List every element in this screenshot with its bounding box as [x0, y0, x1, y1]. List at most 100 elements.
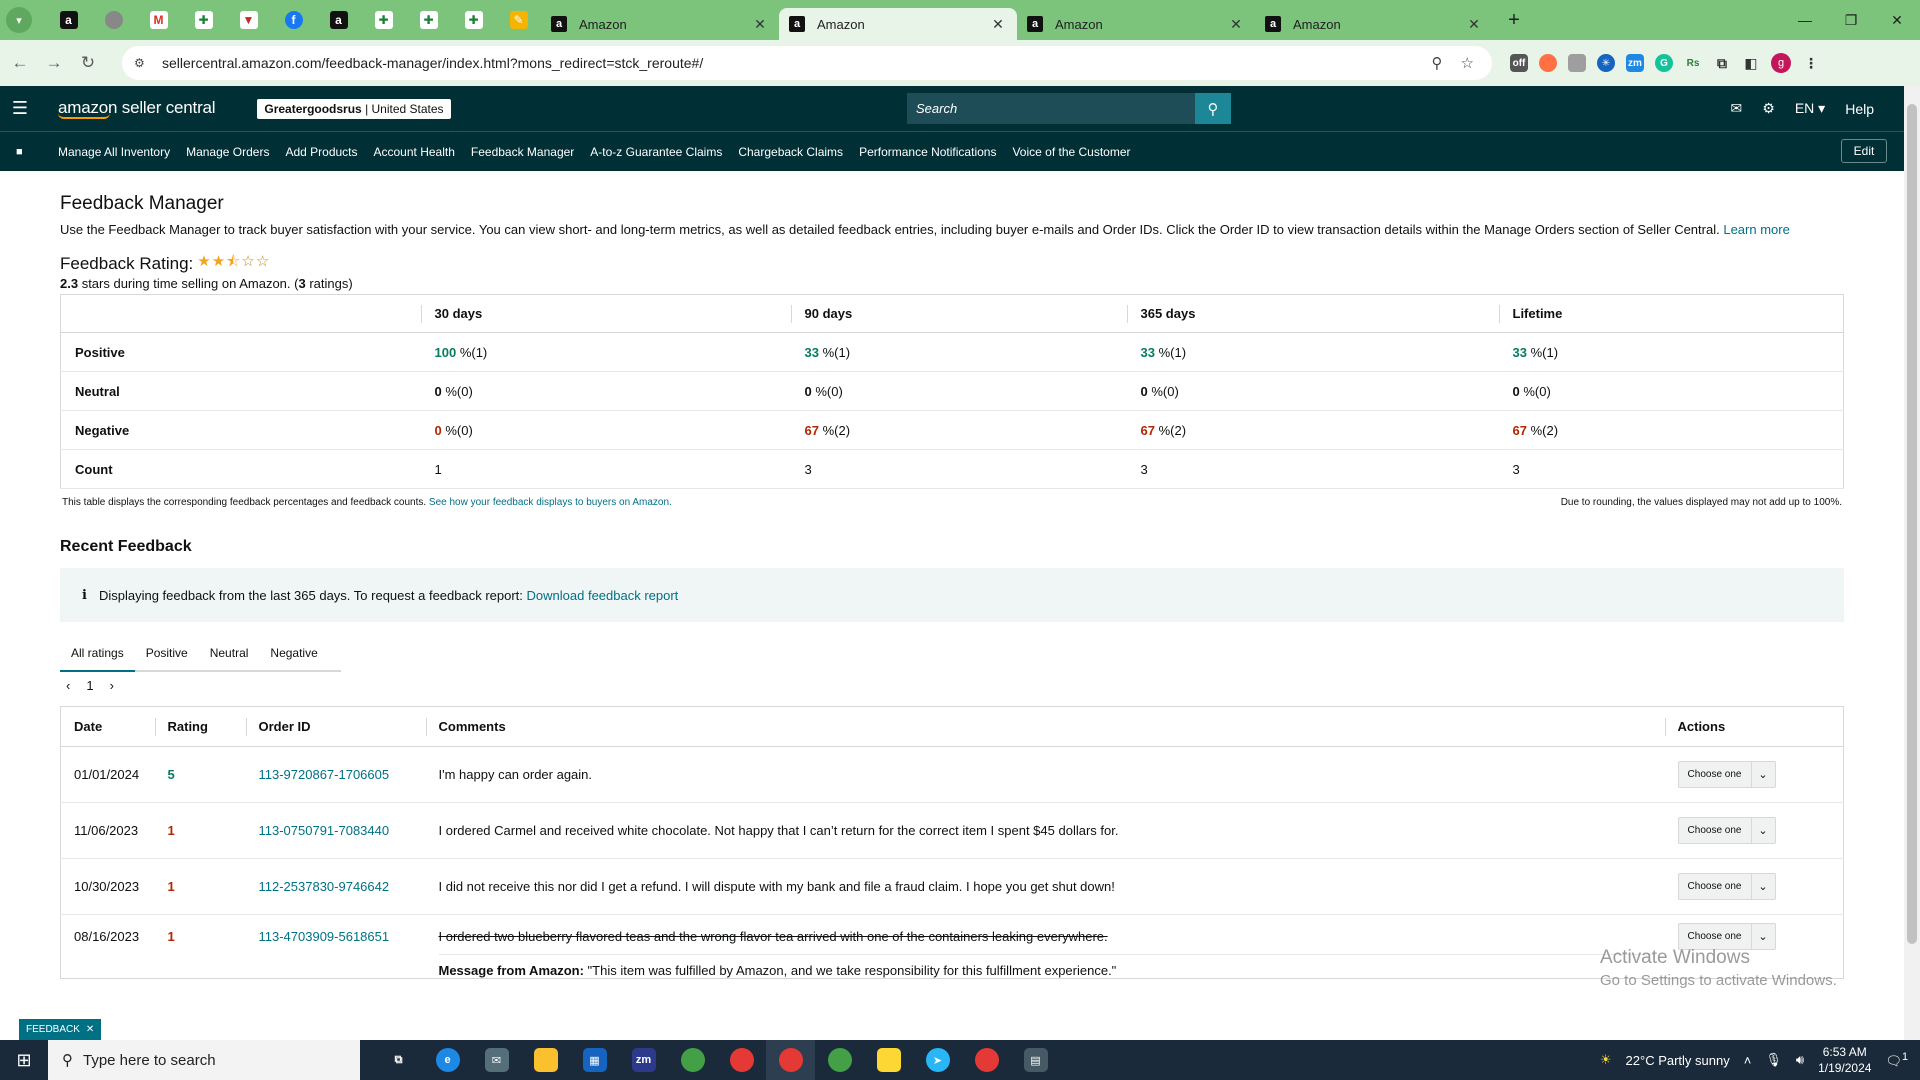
hamburger-menu-icon[interactable]: ☰ — [0, 98, 40, 119]
edge-icon[interactable]: e — [423, 1040, 472, 1080]
extension-rs-icon[interactable]: Rs — [1684, 54, 1702, 72]
pinned-tab-amazon[interactable]: a — [46, 0, 91, 40]
nav-link-add-products[interactable]: Add Products — [285, 145, 357, 159]
address-bar[interactable]: ⚙ sellercentral.amazon.com/feedback-mana… — [122, 46, 1492, 80]
extension-zm-icon[interactable]: zm — [1626, 54, 1644, 72]
pinned-tab-amazon-2[interactable]: a — [316, 0, 361, 40]
chevron-left-icon[interactable]: ‹ — [66, 678, 70, 693]
order-id-link[interactable]: 112-2537830-9746642 — [259, 879, 390, 894]
choose-action-dropdown[interactable]: Choose one ⌄ — [1677, 873, 1776, 900]
extension-off-icon[interactable]: off — [1510, 54, 1528, 72]
browser-tab[interactable]: a Amazon ✕ — [541, 8, 779, 40]
chrome-icon[interactable] — [962, 1040, 1011, 1080]
tab-all-ratings[interactable]: All ratings — [60, 636, 135, 672]
close-icon[interactable]: ✕ — [1465, 16, 1483, 33]
volume-icon[interactable]: 🔊︎ — [1796, 1052, 1804, 1068]
nav-link-manage-all-inventory[interactable]: Manage All Inventory — [58, 145, 170, 159]
weather-icon[interactable]: ☀ — [1600, 1052, 1612, 1068]
bookmark-star-icon[interactable]: ☆ — [1461, 54, 1474, 72]
tab-negative[interactable]: Negative — [259, 636, 328, 670]
pinned-tab-globe[interactable] — [91, 0, 136, 40]
site-info-icon[interactable]: ⚙ — [134, 56, 154, 70]
seller-central-logo[interactable]: amazon seller central — [58, 98, 216, 119]
help-link[interactable]: Help — [1845, 101, 1874, 117]
chrome-icon[interactable] — [766, 1040, 815, 1080]
extension-fox-icon[interactable] — [1539, 54, 1557, 72]
tab-search-chevron-icon[interactable]: ▾ — [6, 7, 32, 33]
nav-link-atoz-claims[interactable]: A-to-z Guarantee Claims — [590, 145, 722, 159]
store-switcher[interactable]: Greatergoodsrus | United States — [257, 98, 451, 119]
telegram-icon[interactable]: ➤ — [913, 1040, 962, 1080]
browser-tab[interactable]: a Amazon ✕ — [1255, 8, 1493, 40]
bookmark-icon[interactable]: ■ — [16, 146, 30, 158]
task-view-icon[interactable]: ⧉ — [374, 1040, 423, 1080]
restore-icon[interactable]: ❐ — [1828, 0, 1874, 40]
pinned-tab-pen[interactable]: ✎ — [496, 0, 541, 40]
mail-icon[interactable]: ✉ — [1731, 100, 1743, 117]
download-report-link[interactable]: Download feedback report — [527, 588, 679, 603]
close-icon[interactable]: ✕ — [86, 1024, 94, 1035]
language-selector[interactable]: EN ▾ — [1795, 100, 1825, 117]
store-icon[interactable]: ▦ — [570, 1040, 619, 1080]
file-explorer-icon[interactable] — [521, 1040, 570, 1080]
close-icon[interactable]: ✕ — [989, 16, 1007, 33]
calculator-icon[interactable]: ▤ — [1011, 1040, 1060, 1080]
microphone-icon[interactable]: 🎙︎ — [1765, 1052, 1782, 1068]
search-icon[interactable]: ⚲ — [1195, 93, 1231, 124]
sidepanel-icon[interactable]: ◧ — [1742, 54, 1760, 72]
choose-action-dropdown[interactable]: Choose one ⌄ — [1677, 761, 1776, 788]
nav-link-performance-notifications[interactable]: Performance Notifications — [859, 145, 996, 159]
extension-asterisk-icon[interactable]: ✳ — [1597, 54, 1615, 72]
mail-app-icon[interactable]: ✉ — [472, 1040, 521, 1080]
search-input[interactable]: Search — [907, 93, 1195, 124]
browser-tab-active[interactable]: a Amazon ✕ — [779, 8, 1017, 40]
page-scrollbar[interactable] — [1904, 86, 1920, 1040]
grammarly-icon[interactable]: G — [1655, 54, 1673, 72]
sticky-notes-icon[interactable] — [864, 1040, 913, 1080]
tab-neutral[interactable]: Neutral — [199, 636, 260, 670]
pinned-tab-sheets-3[interactable]: ✚ — [406, 0, 451, 40]
extensions-puzzle-icon[interactable]: ⧉ — [1713, 54, 1731, 72]
order-id-link[interactable]: 113-4703909-5618651 — [259, 929, 390, 944]
windows-start-icon[interactable]: ⊞ — [0, 1040, 48, 1080]
extension-grid-icon[interactable] — [1568, 54, 1586, 72]
pinned-tab-sheets-4[interactable]: ✚ — [451, 0, 496, 40]
pinned-tab-app[interactable]: ▼ — [226, 0, 271, 40]
pinned-tab-sheets-1[interactable]: ✚ — [181, 0, 226, 40]
pinned-tab-gmail[interactable]: M — [136, 0, 181, 40]
new-tab-button[interactable]: + — [1499, 5, 1529, 35]
forward-icon[interactable]: → — [40, 49, 68, 77]
close-window-icon[interactable]: ✕ — [1874, 0, 1920, 40]
browser-tab[interactable]: a Amazon ✕ — [1017, 8, 1255, 40]
edit-nav-button[interactable]: Edit — [1841, 139, 1887, 163]
learn-more-link[interactable]: Learn more — [1723, 222, 1789, 237]
order-id-link[interactable]: 113-0750791-7083440 — [259, 823, 390, 838]
page-number[interactable]: 1 — [86, 678, 93, 693]
scrollbar-thumb[interactable] — [1907, 104, 1917, 944]
nav-link-manage-orders[interactable]: Manage Orders — [186, 145, 269, 159]
url-text[interactable]: sellercentral.amazon.com/feedback-manage… — [162, 55, 1432, 71]
close-icon[interactable]: ✕ — [751, 16, 769, 33]
back-icon[interactable]: ← — [6, 49, 34, 77]
gear-icon[interactable]: ⚙ — [1762, 100, 1775, 117]
chrome-icon[interactable] — [815, 1040, 864, 1080]
weather-text[interactable]: 22°C Partly sunny — [1626, 1053, 1730, 1068]
choose-action-dropdown[interactable]: Choose one ⌄ — [1677, 817, 1776, 844]
chrome-icon[interactable] — [668, 1040, 717, 1080]
choose-action-dropdown[interactable]: Choose one ⌄ — [1677, 923, 1776, 950]
tab-positive[interactable]: Positive — [135, 636, 199, 670]
chevron-up-icon[interactable]: ˄ — [1744, 1053, 1752, 1068]
chevron-right-icon[interactable]: › — [110, 678, 114, 693]
nav-link-feedback-manager[interactable]: Feedback Manager — [471, 145, 574, 159]
taskbar-search[interactable]: ⚲ Type here to search — [48, 1040, 360, 1080]
minimize-icon[interactable]: — — [1782, 0, 1828, 40]
zoom-icon[interactable]: ⚲ — [1432, 54, 1443, 72]
order-id-link[interactable]: 113-9720867-1706605 — [259, 767, 390, 782]
clock[interactable]: 6:53 AM 1/19/2024 — [1818, 1044, 1871, 1076]
feedback-display-link[interactable]: See how your feedback displays to buyers… — [429, 497, 672, 508]
close-icon[interactable]: ✕ — [1227, 16, 1245, 33]
nav-link-chargeback-claims[interactable]: Chargeback Claims — [738, 145, 843, 159]
kebab-menu-icon[interactable]: ⋮ — [1802, 54, 1820, 72]
chrome-icon[interactable] — [717, 1040, 766, 1080]
zoom-app-icon[interactable]: zm — [619, 1040, 668, 1080]
